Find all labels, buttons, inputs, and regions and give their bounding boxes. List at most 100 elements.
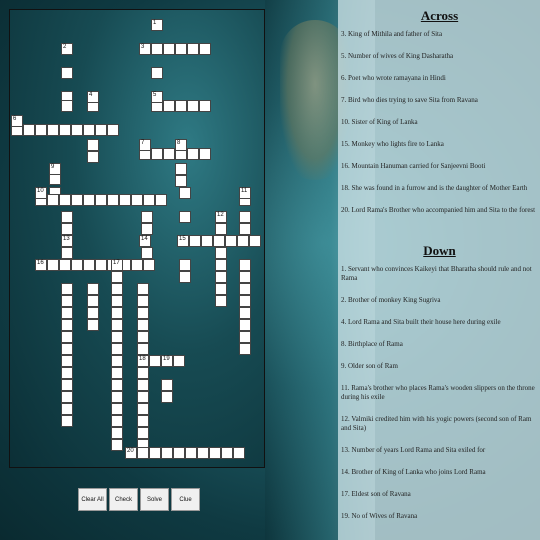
crossword-cell[interactable] xyxy=(111,391,123,403)
crossword-cell[interactable] xyxy=(111,415,123,427)
crossword-cell[interactable] xyxy=(131,194,143,206)
crossword-cell[interactable] xyxy=(149,355,161,367)
crossword-cell[interactable] xyxy=(111,379,123,391)
crossword-cell[interactable] xyxy=(61,283,73,295)
crossword-cell[interactable] xyxy=(47,259,59,271)
crossword-cell[interactable] xyxy=(199,43,211,55)
crossword-numbered-cell[interactable]: 9 xyxy=(49,163,61,175)
crossword-cell[interactable] xyxy=(143,259,155,271)
crossword-cell[interactable] xyxy=(87,283,99,295)
crossword-numbered-cell[interactable]: 19 xyxy=(161,355,173,367)
crossword-cell[interactable] xyxy=(175,163,187,175)
crossword-cell[interactable] xyxy=(239,283,251,295)
crossword-cell[interactable] xyxy=(61,100,73,112)
crossword-cell[interactable] xyxy=(95,194,107,206)
crossword-cell[interactable] xyxy=(215,223,227,235)
crossword-cell[interactable] xyxy=(111,427,123,439)
crossword-cell[interactable] xyxy=(179,259,191,271)
crossword-cell[interactable] xyxy=(239,319,251,331)
crossword-cell[interactable] xyxy=(61,355,73,367)
crossword-cell[interactable] xyxy=(215,295,227,307)
crossword-cell[interactable] xyxy=(59,194,71,206)
crossword-cell[interactable] xyxy=(61,391,73,403)
crossword-cell[interactable] xyxy=(35,124,47,136)
crossword-cell[interactable] xyxy=(161,379,173,391)
crossword-cell[interactable] xyxy=(47,194,59,206)
crossword-cell[interactable] xyxy=(71,259,83,271)
crossword-cell[interactable] xyxy=(239,211,251,223)
crossword-cell[interactable] xyxy=(111,307,123,319)
crossword-cell[interactable] xyxy=(83,259,95,271)
crossword-cell[interactable] xyxy=(137,391,149,403)
crossword-cell[interactable] xyxy=(71,124,83,136)
crossword-cell[interactable] xyxy=(173,447,185,459)
crossword-cell[interactable] xyxy=(107,124,119,136)
crossword-cell[interactable] xyxy=(151,148,163,160)
crossword-cell[interactable] xyxy=(151,43,163,55)
crossword-cell[interactable] xyxy=(239,223,251,235)
crossword-numbered-cell[interactable]: 17 xyxy=(111,259,123,271)
crossword-cell[interactable] xyxy=(61,307,73,319)
crossword-cell[interactable] xyxy=(179,211,191,223)
crossword-cell[interactable] xyxy=(61,67,73,79)
crossword-cell[interactable] xyxy=(61,319,73,331)
crossword-cell[interactable] xyxy=(187,43,199,55)
crossword-cell[interactable] xyxy=(61,379,73,391)
crossword-cell[interactable] xyxy=(237,235,249,247)
crossword-cell[interactable] xyxy=(149,447,161,459)
crossword-cell[interactable] xyxy=(95,124,107,136)
crossword-cell[interactable] xyxy=(137,427,149,439)
crossword-numbered-cell[interactable]: 18 xyxy=(137,355,149,367)
crossword-cell[interactable] xyxy=(111,355,123,367)
crossword-cell[interactable] xyxy=(87,151,99,163)
crossword-cell[interactable] xyxy=(137,447,149,459)
crossword-cell[interactable] xyxy=(61,367,73,379)
crossword-cell[interactable] xyxy=(239,331,251,343)
crossword-cell[interactable] xyxy=(215,247,227,259)
crossword-cell[interactable] xyxy=(61,415,73,427)
crossword-cell[interactable] xyxy=(61,331,73,343)
crossword-numbered-cell[interactable]: 15 xyxy=(177,235,189,247)
crossword-numbered-cell[interactable]: 7 xyxy=(139,139,151,151)
crossword-cell[interactable] xyxy=(163,43,175,55)
crossword-numbered-cell[interactable]: 10 xyxy=(35,187,47,199)
crossword-numbered-cell[interactable]: 6 xyxy=(11,115,23,127)
crossword-cell[interactable] xyxy=(215,283,227,295)
crossword-cell[interactable] xyxy=(199,148,211,160)
crossword-cell[interactable] xyxy=(137,307,149,319)
crossword-numbered-cell[interactable]: 16 xyxy=(35,259,47,271)
crossword-cell[interactable] xyxy=(163,100,175,112)
crossword-cell[interactable] xyxy=(137,295,149,307)
crossword-cell[interactable] xyxy=(95,259,107,271)
crossword-cell[interactable] xyxy=(111,343,123,355)
crossword-numbered-cell[interactable]: 5 xyxy=(151,91,163,103)
crossword-cell[interactable] xyxy=(225,235,237,247)
crossword-cell[interactable] xyxy=(239,307,251,319)
crossword-cell[interactable] xyxy=(137,367,149,379)
crossword-cell[interactable] xyxy=(59,259,71,271)
crossword-cell[interactable] xyxy=(111,295,123,307)
clear-all-button[interactable]: Clear All xyxy=(78,488,107,511)
crossword-numbered-cell[interactable]: 12 xyxy=(215,211,227,223)
crossword-cell[interactable] xyxy=(137,415,149,427)
crossword-cell[interactable] xyxy=(23,124,35,136)
crossword-cell[interactable] xyxy=(61,211,73,223)
crossword-cell[interactable] xyxy=(141,223,153,235)
crossword-cell[interactable] xyxy=(87,139,99,151)
crossword-cell[interactable] xyxy=(189,235,201,247)
crossword-cell[interactable] xyxy=(179,187,191,199)
crossword-cell[interactable] xyxy=(239,271,251,283)
crossword-numbered-cell[interactable]: 14 xyxy=(139,235,151,247)
crossword-cell[interactable] xyxy=(111,331,123,343)
crossword-cell[interactable] xyxy=(61,247,73,259)
crossword-numbered-cell[interactable]: 11 xyxy=(239,187,251,199)
crossword-cell[interactable] xyxy=(179,271,191,283)
crossword-cell[interactable] xyxy=(137,379,149,391)
crossword-cell[interactable] xyxy=(131,259,143,271)
crossword-cell[interactable] xyxy=(197,447,209,459)
crossword-cell[interactable] xyxy=(213,235,225,247)
crossword-cell[interactable] xyxy=(201,235,213,247)
crossword-cell[interactable] xyxy=(185,447,197,459)
crossword-cell[interactable] xyxy=(239,295,251,307)
crossword-cell[interactable] xyxy=(111,319,123,331)
